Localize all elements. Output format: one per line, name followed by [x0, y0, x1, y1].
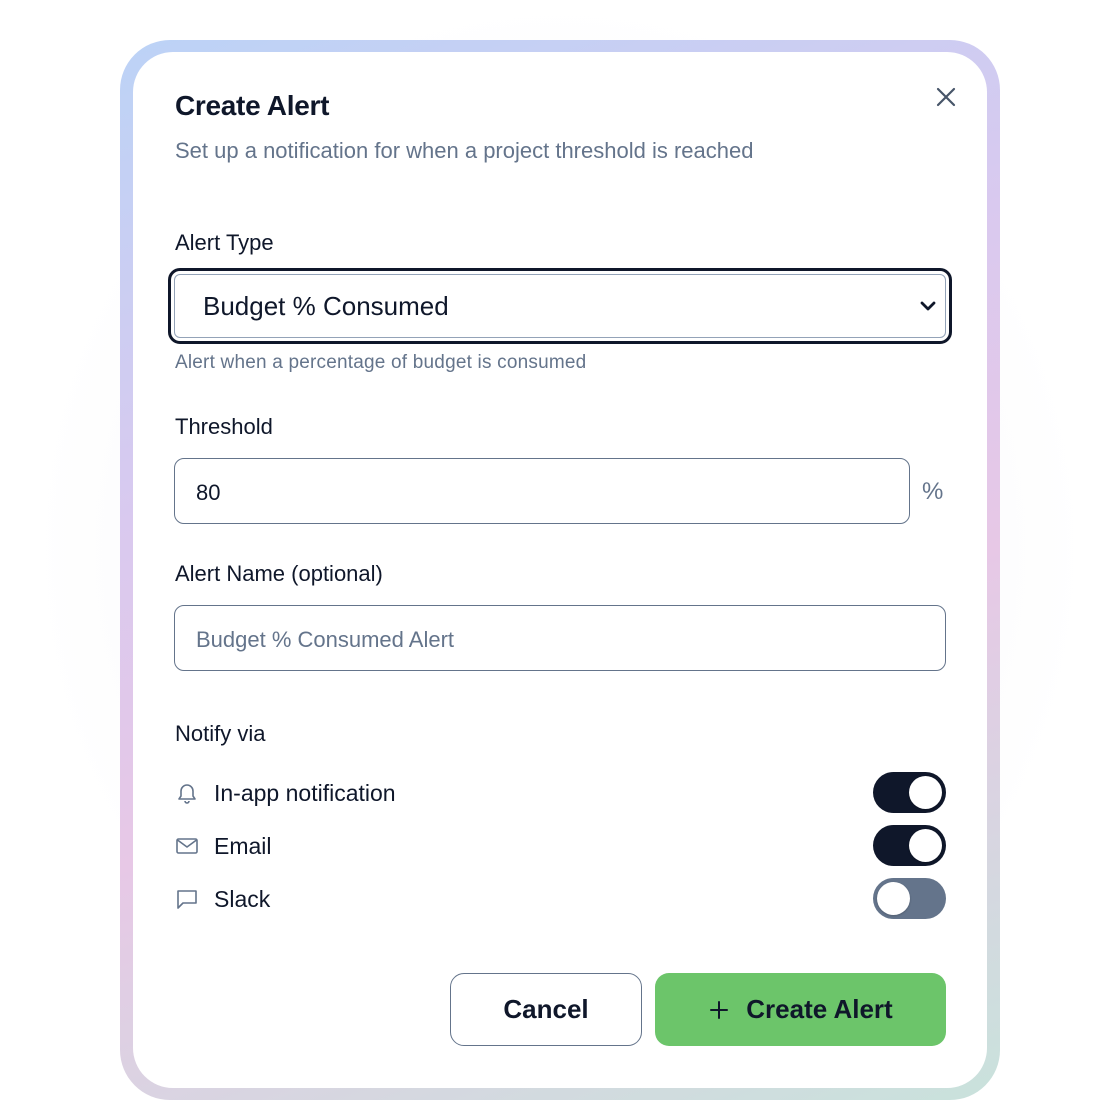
alert-type-select[interactable]: Budget % Consumed [168, 268, 952, 344]
alert-name-input[interactable]: Budget % Consumed Alert [174, 605, 946, 671]
cancel-button[interactable]: Cancel [450, 973, 642, 1046]
threshold-value: 80 [196, 480, 221, 505]
slack-toggle[interactable] [873, 878, 946, 919]
chevron-down-icon [920, 301, 936, 311]
alert-type-selected-value: Budget % Consumed [203, 291, 449, 321]
threshold-unit: % [922, 478, 944, 505]
create-alert-button[interactable]: Create Alert [655, 973, 946, 1046]
plus-icon [710, 1000, 729, 1019]
alert-name-label: Alert Name (optional) [175, 561, 383, 586]
threshold-input[interactable]: 80 [174, 458, 910, 524]
threshold-label: Threshold [175, 414, 273, 439]
email-label: Email [214, 833, 272, 859]
email-toggle[interactable] [873, 825, 946, 866]
alert-type-select-box[interactable]: Budget % Consumed [174, 274, 946, 338]
chat-icon [177, 890, 197, 909]
in-app-notification-label: In-app notification [214, 780, 396, 806]
dialog-subtitle: Set up a notification for when a project… [175, 138, 754, 163]
mail-icon [176, 838, 198, 854]
toggle-knob [909, 776, 942, 809]
in-app-notification-toggle[interactable] [873, 772, 946, 813]
notify-via-label: Notify via [175, 721, 266, 746]
notify-row-email: Email [174, 825, 946, 867]
close-icon [936, 87, 956, 107]
notify-row-in-app: In-app notification [174, 772, 946, 814]
close-button[interactable] [930, 81, 962, 113]
toggle-knob [877, 882, 910, 915]
toggle-knob [909, 829, 942, 862]
alert-type-hint: Alert when a percentage of budget is con… [175, 352, 587, 373]
notify-row-slack: Slack [174, 878, 946, 920]
alert-name-placeholder: Budget % Consumed Alert [196, 627, 455, 652]
alert-type-label: Alert Type [175, 230, 274, 255]
create-alert-button-label: Create Alert [746, 994, 893, 1024]
dialog-title: Create Alert [175, 90, 330, 121]
slack-label: Slack [214, 886, 271, 912]
cancel-button-label: Cancel [503, 994, 589, 1024]
bell-icon [178, 784, 196, 804]
